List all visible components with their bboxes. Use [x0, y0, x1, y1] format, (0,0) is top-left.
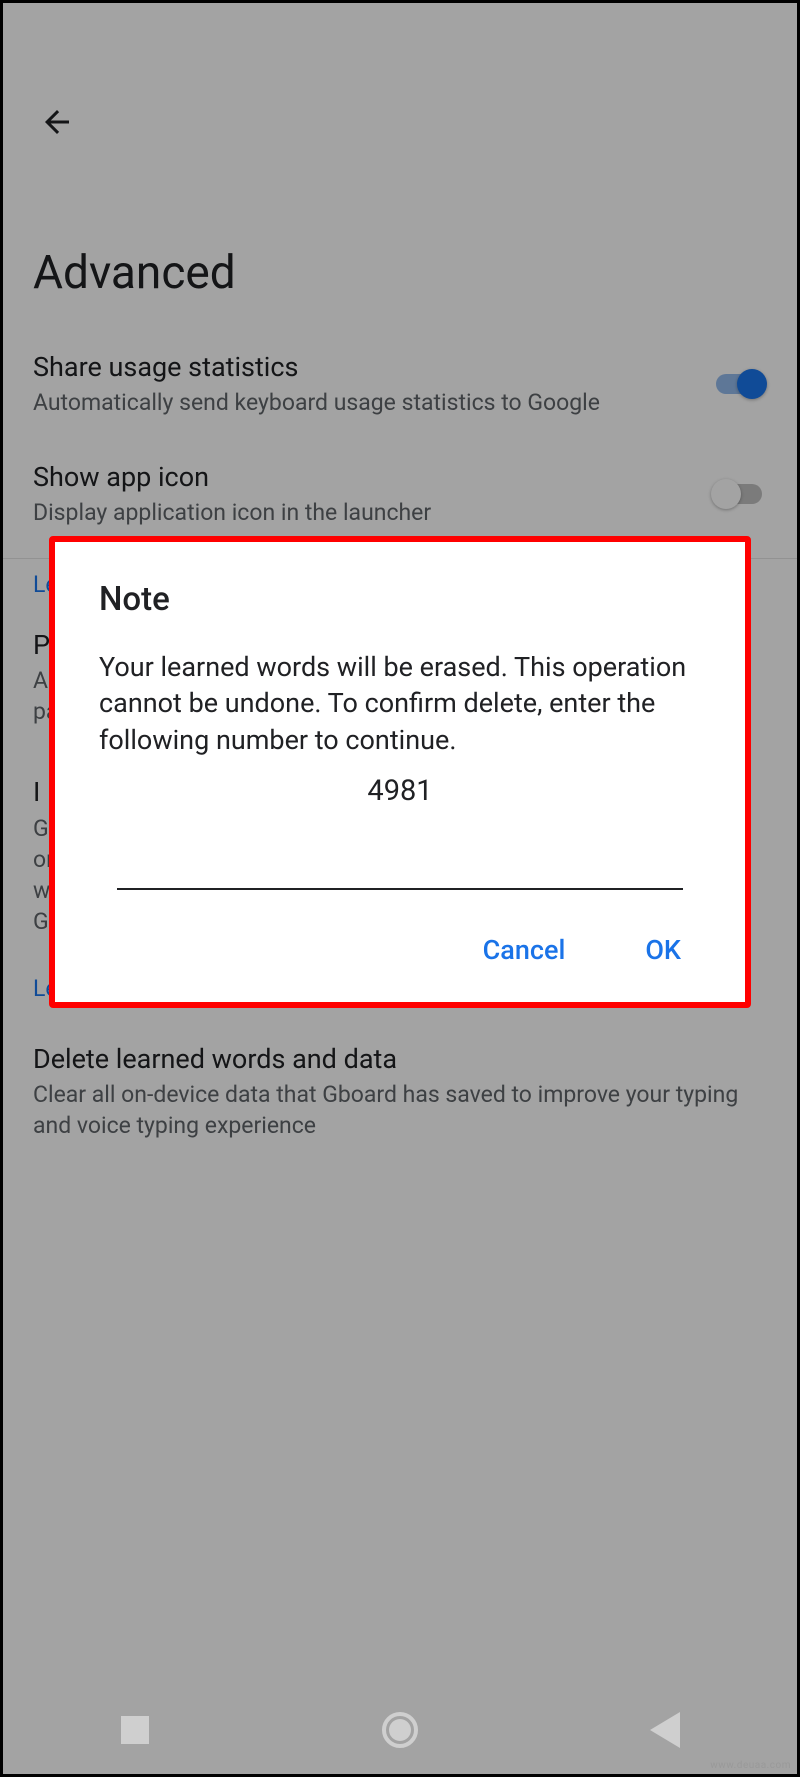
android-nav-bar: [3, 1686, 797, 1774]
dialog-actions: Cancel OK: [99, 926, 701, 974]
nav-back-button[interactable]: [615, 1700, 715, 1760]
dialog-body: Your learned words will be erased. This …: [99, 649, 701, 758]
circle-icon: [382, 1712, 418, 1748]
square-icon: [121, 1716, 149, 1744]
nav-recent-apps-button[interactable]: [85, 1700, 185, 1760]
watermark: www.deuaa.com: [710, 1760, 791, 1771]
cancel-button[interactable]: Cancel: [473, 926, 576, 974]
dialog-title: Note: [99, 580, 701, 619]
confirmation-dialog: Note Your learned words will be erased. …: [49, 536, 751, 1008]
triangle-icon: [650, 1712, 680, 1748]
settings-screen: Advanced Share usage statistics Automati…: [3, 3, 797, 1774]
ok-button[interactable]: OK: [635, 926, 691, 974]
dialog-confirmation-number: 4981: [99, 774, 701, 808]
nav-home-button[interactable]: [350, 1700, 450, 1760]
dialog-confirmation-input[interactable]: [117, 836, 683, 890]
